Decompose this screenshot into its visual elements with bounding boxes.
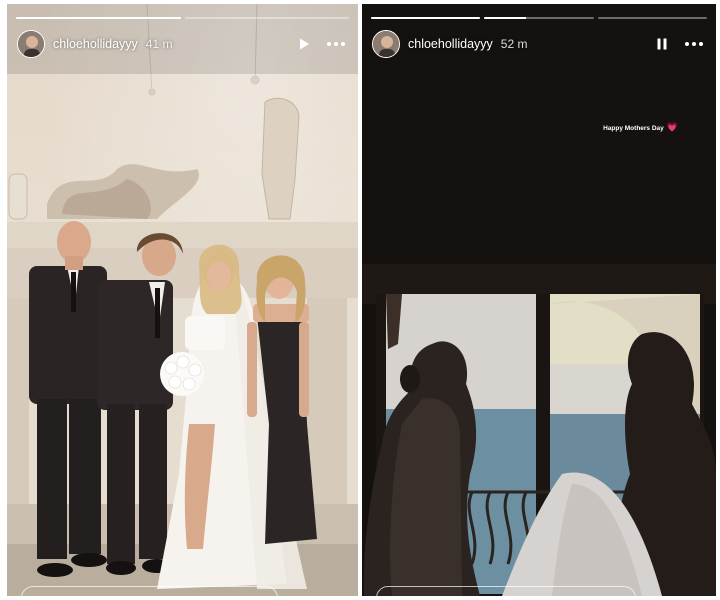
- progress-segment: [597, 17, 707, 19]
- caption-text: Happy Mothers Day: [603, 125, 664, 132]
- play-icon[interactable]: [292, 32, 316, 56]
- mothers-day-silhouette-photo: [362, 4, 716, 596]
- more-horizontal-icon[interactable]: [682, 32, 706, 56]
- pause-icon[interactable]: [650, 32, 674, 56]
- username[interactable]: chloehollidayyy: [53, 37, 138, 51]
- post-time: 52 m: [500, 37, 528, 51]
- avatar[interactable]: [17, 30, 45, 58]
- more-horizontal-icon[interactable]: [324, 32, 348, 56]
- story-header: chloehollidayyy 41 m: [17, 27, 348, 61]
- progress-segment: [371, 17, 481, 19]
- reply-input[interactable]: [21, 586, 278, 596]
- story-caption: Happy Mothers Day 💗: [603, 122, 678, 133]
- post-time: 41 m: [145, 37, 173, 51]
- progress-segment: [184, 17, 349, 19]
- story-panel-left[interactable]: chloehollidayyy 41 m: [7, 4, 358, 596]
- wedding-family-photo: [7, 4, 358, 596]
- story-panel-right[interactable]: chloehollidayyy 52 m Happy Mothers Day 💗: [362, 4, 716, 596]
- pink-heart-emoji: 💗: [666, 122, 678, 132]
- story-progress-bar: [371, 17, 707, 19]
- story-progress-bar: [16, 17, 349, 19]
- username[interactable]: chloehollidayyy: [408, 37, 493, 51]
- progress-segment: [16, 17, 181, 19]
- progress-segment: [484, 17, 594, 19]
- reply-input[interactable]: [376, 586, 636, 596]
- avatar[interactable]: [372, 30, 400, 58]
- story-header: chloehollidayyy 52 m: [372, 27, 706, 61]
